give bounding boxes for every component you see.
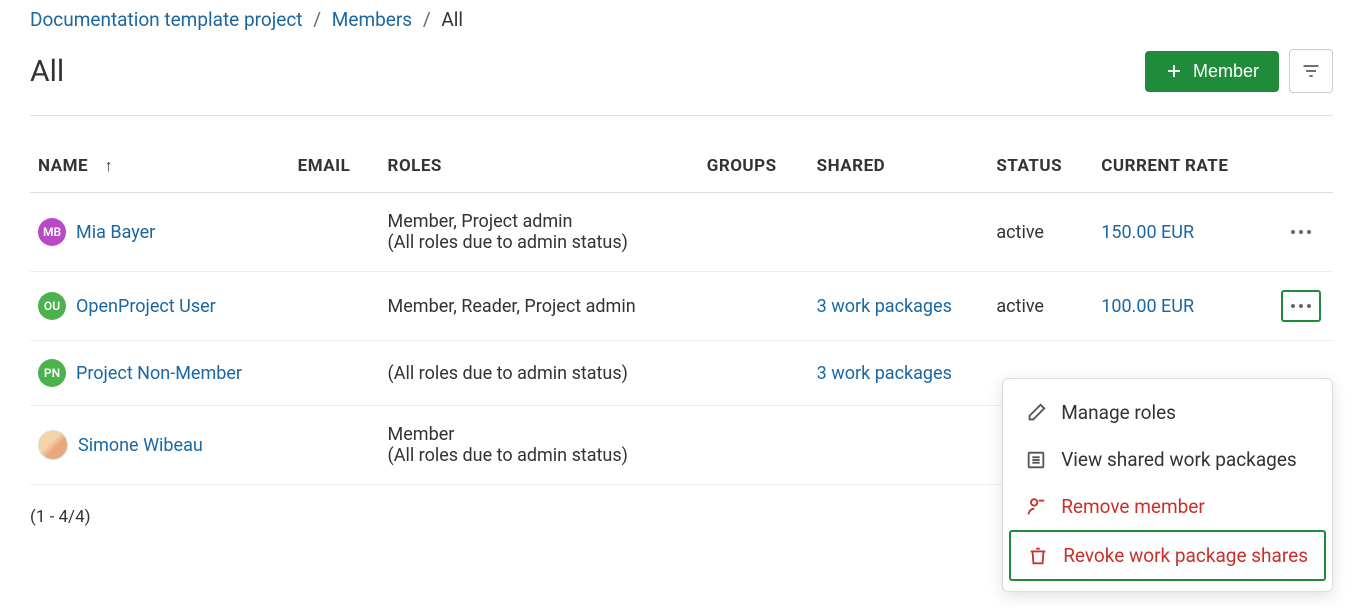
- filter-button[interactable]: [1289, 49, 1333, 93]
- more-icon: [1291, 304, 1311, 308]
- breadcrumb-sep: /: [313, 8, 321, 31]
- table-row: OU OpenProject User Member, Reader, Proj…: [30, 272, 1333, 341]
- more-icon: [1291, 230, 1311, 234]
- member-name-link[interactable]: OpenProject User: [76, 296, 216, 317]
- col-header-groups[interactable]: GROUPS: [699, 146, 809, 193]
- menu-view-shared[interactable]: View shared work packages: [1009, 436, 1326, 483]
- more-actions-button[interactable]: [1281, 290, 1321, 322]
- menu-manage-roles[interactable]: Manage roles: [1009, 389, 1326, 436]
- col-header-status[interactable]: STATUS: [988, 146, 1093, 193]
- shared-link[interactable]: 3 work packages: [817, 363, 952, 384]
- member-name-link[interactable]: Project Non-Member: [76, 363, 242, 384]
- breadcrumb-current: All: [441, 8, 463, 31]
- table-row: MB Mia Bayer Member, Project admin (All …: [30, 193, 1333, 272]
- avatar: PN: [38, 359, 66, 387]
- roles-text: Member, Reader, Project admin: [388, 296, 691, 317]
- more-actions-button[interactable]: [1281, 216, 1321, 248]
- add-member-label: Member: [1193, 61, 1259, 82]
- pencil-icon: [1025, 402, 1047, 424]
- list-icon: [1025, 449, 1047, 471]
- menu-item-label: Manage roles: [1061, 401, 1176, 424]
- col-header-name-label: NAME: [38, 156, 88, 176]
- roles-text: Member: [388, 424, 691, 445]
- status-text: active: [988, 193, 1093, 272]
- breadcrumb-sep: /: [423, 8, 431, 31]
- person-remove-icon: [1025, 496, 1047, 518]
- filter-icon: [1301, 61, 1321, 81]
- avatar: MB: [38, 218, 66, 246]
- breadcrumb-section-link[interactable]: Members: [332, 8, 412, 31]
- roles-text: Member, Project admin: [388, 211, 691, 232]
- trash-icon: [1027, 545, 1049, 567]
- col-header-rate[interactable]: CURRENT RATE: [1093, 146, 1273, 193]
- add-member-button[interactable]: Member: [1145, 51, 1279, 92]
- breadcrumb: Documentation template project / Members…: [30, 8, 1333, 31]
- menu-item-label: Revoke work package shares: [1063, 544, 1308, 567]
- roles-subtext: (All roles due to admin status): [388, 445, 691, 466]
- col-header-name[interactable]: NAME ↑: [30, 146, 290, 193]
- menu-revoke-shares[interactable]: Revoke work package shares: [1009, 530, 1326, 581]
- sort-asc-icon: ↑: [105, 156, 114, 176]
- rate-link[interactable]: 150.00 EUR: [1101, 222, 1194, 243]
- member-name-link[interactable]: Mia Bayer: [76, 222, 155, 243]
- breadcrumb-project-link[interactable]: Documentation template project: [30, 8, 303, 31]
- menu-remove-member[interactable]: Remove member: [1009, 483, 1326, 530]
- avatar: [38, 430, 68, 460]
- roles-subtext: (All roles due to admin status): [388, 232, 691, 253]
- member-name-link[interactable]: Simone Wibeau: [78, 435, 203, 456]
- row-actions-menu: Manage roles View shared work packages R…: [1002, 378, 1333, 592]
- menu-item-label: View shared work packages: [1061, 448, 1297, 471]
- roles-text: (All roles due to admin status): [388, 363, 691, 384]
- col-header-roles[interactable]: ROLES: [380, 146, 699, 193]
- shared-link[interactable]: 3 work packages: [817, 296, 952, 317]
- menu-item-label: Remove member: [1061, 495, 1205, 518]
- rate-link[interactable]: 100.00 EUR: [1101, 296, 1194, 317]
- col-header-shared[interactable]: SHARED: [809, 146, 989, 193]
- plus-icon: [1165, 62, 1183, 80]
- status-text: active: [988, 272, 1093, 341]
- page-title: All: [30, 54, 64, 89]
- avatar: OU: [38, 292, 66, 320]
- col-header-email[interactable]: EMAIL: [290, 146, 380, 193]
